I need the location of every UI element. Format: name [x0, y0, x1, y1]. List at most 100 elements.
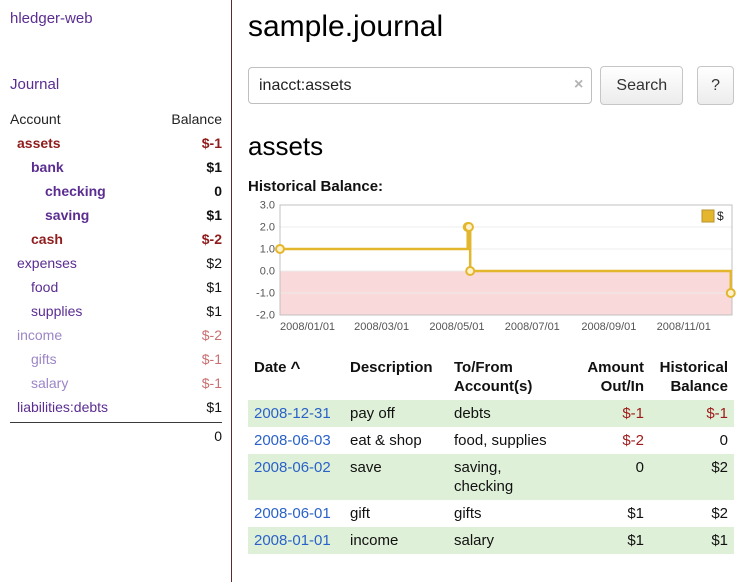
- register-description-cell: eat & shop: [344, 427, 448, 454]
- account-balance: $-1: [202, 371, 222, 395]
- page-title: sample.journal: [248, 10, 734, 44]
- register-amount-cell: $1: [566, 527, 650, 554]
- search-box: ×: [248, 67, 592, 104]
- accounts-total: 0: [10, 423, 222, 449]
- transaction-date-link[interactable]: 2008-06-03: [254, 432, 331, 449]
- account-row: gifts $-1: [10, 347, 222, 371]
- register-header-row: Date^ Description To/From Account(s) Amo…: [248, 354, 734, 400]
- sidebar-item-journal[interactable]: Journal: [10, 76, 59, 93]
- account-row: saving $1: [10, 203, 222, 227]
- register-table: Date^ Description To/From Account(s) Amo…: [248, 354, 734, 554]
- account-link-cash[interactable]: cash: [10, 227, 63, 251]
- search-form: × Search ?: [248, 66, 734, 105]
- svg-text:2008/05/01: 2008/05/01: [429, 321, 484, 333]
- account-row: income $-2: [10, 323, 222, 347]
- register-header-date[interactable]: Date^: [248, 354, 344, 400]
- register-description-cell: save: [344, 454, 448, 500]
- account-link-salary[interactable]: salary: [10, 371, 68, 395]
- register-description-cell: income: [344, 527, 448, 554]
- register-date-cell: 2008-12-31: [248, 400, 344, 427]
- svg-text:$: $: [717, 209, 724, 223]
- account-link-saving[interactable]: saving: [10, 203, 89, 227]
- app-title-link[interactable]: hledger-web: [10, 10, 93, 27]
- transaction-date-link[interactable]: 2008-06-02: [254, 459, 331, 476]
- account-link-food[interactable]: food: [10, 275, 58, 299]
- account-link-expenses[interactable]: expenses: [10, 251, 77, 275]
- hledger-web-window: hledger-web Journal Account Balance asse…: [0, 0, 742, 582]
- svg-text:-1.0: -1.0: [256, 288, 275, 300]
- account-link-income[interactable]: income: [10, 323, 62, 347]
- register-balance-cell: $2: [650, 500, 734, 527]
- register-amount-cell: $-1: [566, 400, 650, 427]
- chart-title: Historical Balance:: [248, 178, 734, 195]
- register-row: 2008-12-31 pay off debts $-1 $-1: [248, 400, 734, 427]
- account-balance: $-2: [202, 227, 222, 251]
- register-row: 2008-06-01 gift gifts $1 $2: [248, 500, 734, 527]
- svg-text:2008/07/01: 2008/07/01: [505, 321, 560, 333]
- account-column-header: Account: [10, 107, 61, 131]
- account-balance: $1: [206, 275, 222, 299]
- account-balance: $1: [206, 155, 222, 179]
- account-heading: assets: [248, 131, 734, 162]
- transaction-date-link[interactable]: 2008-01-01: [254, 532, 331, 549]
- register-accounts-cell: food, supplies: [448, 427, 566, 454]
- account-link-checking[interactable]: checking: [10, 179, 106, 203]
- register-balance-cell: $1: [650, 527, 734, 554]
- account-link-supplies[interactable]: supplies: [10, 299, 82, 323]
- account-row: supplies $1: [10, 299, 222, 323]
- accounts-table-header: Account Balance: [10, 107, 222, 131]
- register-row: 2008-06-02 save saving, checking 0 $2: [248, 454, 734, 500]
- svg-text:1.0: 1.0: [260, 244, 275, 256]
- account-row: bank $1: [10, 155, 222, 179]
- register-accounts-cell: debts: [448, 400, 566, 427]
- register-amount-cell: $1: [566, 500, 650, 527]
- svg-text:2008/03/01: 2008/03/01: [354, 321, 409, 333]
- register-date-cell: 2008-06-02: [248, 454, 344, 500]
- register-accounts-cell: salary: [448, 527, 566, 554]
- register-amount-cell: 0: [566, 454, 650, 500]
- sort-ascending-icon[interactable]: ^: [291, 358, 301, 377]
- register-balance-cell: 0: [650, 427, 734, 454]
- help-button[interactable]: ?: [697, 66, 734, 105]
- account-link-liabilities-debts[interactable]: liabilities:debts: [10, 395, 108, 419]
- account-link-assets[interactable]: assets: [10, 131, 61, 155]
- register-description-cell: pay off: [344, 400, 448, 427]
- register-row: 2008-01-01 income salary $1 $1: [248, 527, 734, 554]
- clear-search-icon[interactable]: ×: [574, 76, 583, 94]
- register-row: 2008-06-03 eat & shop food, supplies $-2…: [248, 427, 734, 454]
- main-content: sample.journal × Search ? assets Histori…: [233, 0, 742, 554]
- register-header-description: Description: [344, 354, 448, 400]
- svg-text:2008/11/01: 2008/11/01: [657, 321, 711, 333]
- register-accounts-cell: gifts: [448, 500, 566, 527]
- sidebar: hledger-web Journal Account Balance asse…: [0, 0, 232, 582]
- balance-column-header: Balance: [171, 107, 222, 131]
- svg-text:2008/09/01: 2008/09/01: [581, 321, 636, 333]
- search-input[interactable]: [248, 67, 592, 104]
- svg-text:3.0: 3.0: [260, 200, 275, 212]
- account-row: expenses $2: [10, 251, 222, 275]
- register-header-historical: Historical Balance: [650, 354, 734, 400]
- account-row: checking 0: [10, 179, 222, 203]
- svg-text:2008/01/01: 2008/01/01: [280, 321, 335, 333]
- account-balance: $2: [206, 251, 222, 275]
- account-link-gifts[interactable]: gifts: [10, 347, 57, 371]
- register-date-cell: 2008-06-03: [248, 427, 344, 454]
- search-button[interactable]: Search: [600, 66, 683, 105]
- account-balance: $1: [206, 395, 222, 419]
- transaction-date-link[interactable]: 2008-12-31: [254, 405, 331, 422]
- register-date-cell: 2008-06-01: [248, 500, 344, 527]
- transaction-date-link[interactable]: 2008-06-01: [254, 505, 331, 522]
- account-link-bank[interactable]: bank: [10, 155, 64, 179]
- account-row: food $1: [10, 275, 222, 299]
- account-balance: $-2: [202, 323, 222, 347]
- register-date-cell: 2008-01-01: [248, 527, 344, 554]
- register-balance-cell: $2: [650, 454, 734, 500]
- svg-text:2.0: 2.0: [260, 222, 275, 234]
- account-balance: $-1: [202, 131, 222, 155]
- register-balance-cell: $-1: [650, 400, 734, 427]
- account-balance: $1: [206, 203, 222, 227]
- account-balance: $1: [206, 299, 222, 323]
- register-header-amount: Amount Out/In: [566, 354, 650, 400]
- account-balance: 0: [214, 179, 222, 203]
- register-accounts-cell: saving, checking: [448, 454, 566, 500]
